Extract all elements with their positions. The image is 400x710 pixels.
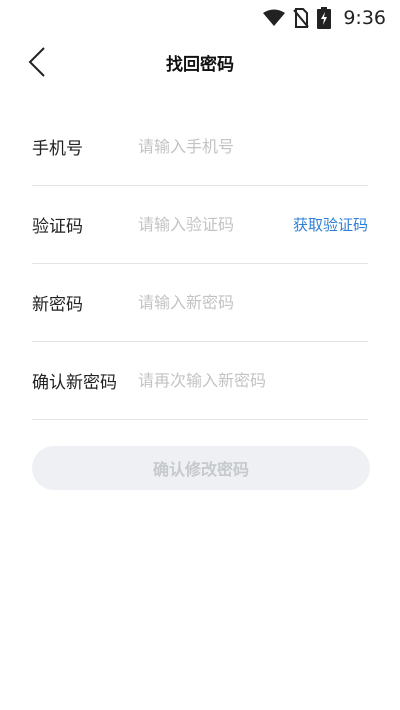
phone-label: 手机号: [32, 139, 83, 159]
confirm-change-password-button[interactable]: 确认修改密码: [32, 446, 370, 490]
code-input[interactable]: [138, 215, 293, 234]
battery-charging-icon: [317, 7, 332, 29]
get-code-button[interactable]: 获取验证码: [293, 214, 368, 235]
phone-input[interactable]: [138, 137, 368, 156]
new-password-row: 新密码: [32, 264, 368, 342]
wifi-icon: [263, 9, 286, 27]
phone-row: 手机号: [32, 108, 368, 186]
no-sim-icon: [293, 8, 310, 28]
new-password-label: 新密码: [32, 295, 83, 315]
new-password-input[interactable]: [138, 293, 368, 312]
code-row: 验证码 获取验证码: [32, 186, 368, 264]
confirm-password-label: 确认新密码: [32, 373, 117, 393]
page-title: 找回密码: [166, 55, 234, 75]
code-label: 验证码: [32, 217, 83, 237]
confirm-password-input[interactable]: [138, 371, 368, 390]
confirm-password-row: 确认新密码: [32, 342, 368, 420]
reset-password-form: 手机号 验证码 获取验证码 新密码 确认新密码: [32, 108, 368, 420]
status-bar: 9:36: [0, 0, 400, 36]
nav-bar: 找回密码: [0, 40, 400, 84]
status-time: 9:36: [343, 7, 386, 29]
